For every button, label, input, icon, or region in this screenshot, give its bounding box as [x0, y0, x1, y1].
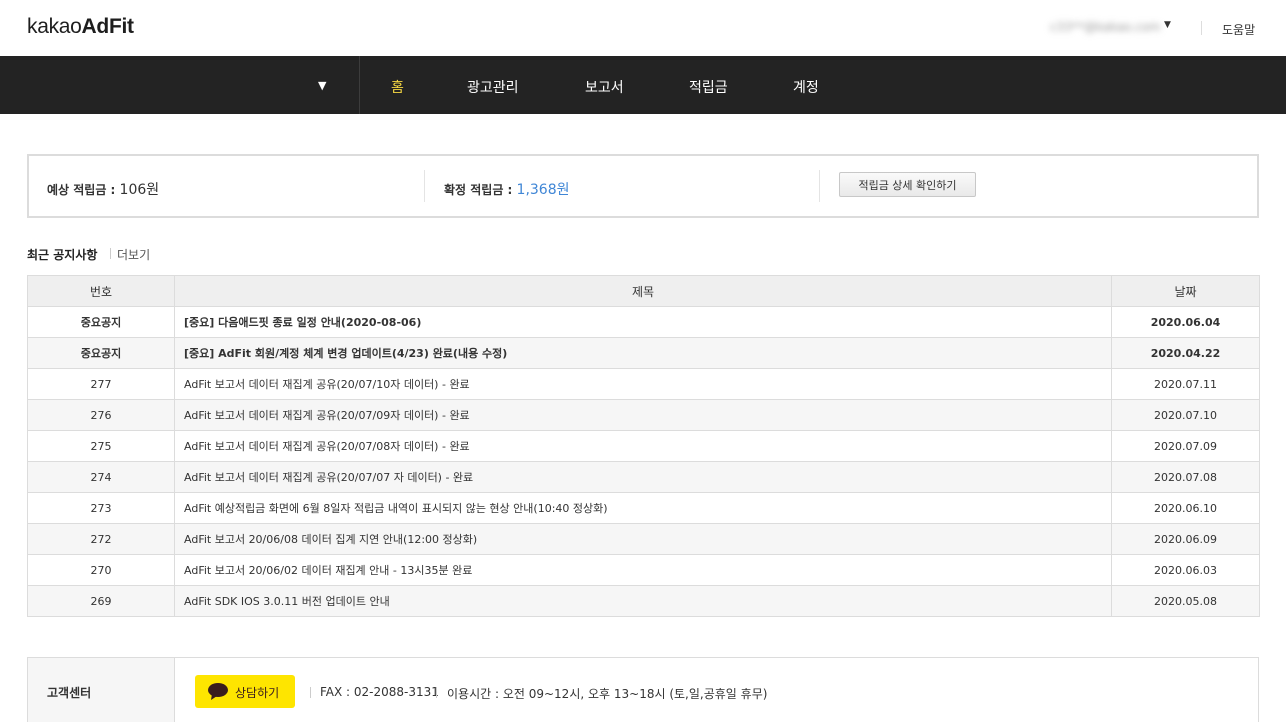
summary-divider — [424, 170, 425, 202]
notices-heading-divider — [110, 248, 111, 259]
notice-date: 2020.06.10 — [1111, 492, 1260, 524]
notice-number: 중요공지 — [27, 337, 175, 369]
rewards-summary: 예상 적립금 : 106원 확정 적립금 : 1,368원 적립금 상세 확인하… — [27, 154, 1259, 218]
notices-more-link[interactable]: 더보기 — [117, 246, 150, 263]
notice-number: 275 — [27, 430, 175, 462]
account-email[interactable]: c33**@kakao.com — [1050, 20, 1161, 34]
nav-item-account[interactable]: 계정 — [793, 77, 819, 97]
notice-title-link[interactable]: AdFit 보고서 데이터 재집계 공유(20/07/07 자 데이터) - 완… — [174, 461, 1112, 493]
column-header-date: 날짜 — [1111, 275, 1260, 307]
notices-title: 최근 공지사항 — [27, 248, 98, 262]
table-row[interactable]: 275 AdFit 보고서 데이터 재집계 공유(20/07/08자 데이터) … — [27, 430, 1260, 462]
notice-number: 269 — [27, 585, 175, 617]
table-row[interactable]: 277 AdFit 보고서 데이터 재집계 공유(20/07/10자 데이터) … — [27, 368, 1260, 400]
table-row[interactable]: 272 AdFit 보고서 20/06/08 데이터 집계 지연 안내(12:0… — [27, 523, 1260, 555]
notice-number: 274 — [27, 461, 175, 493]
speech-bubble-icon — [208, 683, 228, 700]
cs-divider — [436, 687, 437, 698]
confirmed-rewards-label: 확정 적립금 : — [444, 183, 513, 197]
notices-table: 번호 제목 날짜 중요공지 [중요] 다음애드핏 종료 일정 안내(2020-0… — [27, 275, 1260, 617]
notice-date: 2020.07.08 — [1111, 461, 1260, 493]
notice-title-link[interactable]: [중요] AdFit 회원/계정 체계 변경 업데이트(4/23) 완료(내용 … — [174, 337, 1112, 369]
confirmed-rewards: 확정 적립금 : 1,368원 — [444, 179, 570, 199]
notice-title-link[interactable]: AdFit 보고서 20/06/02 데이터 재집계 안내 - 13시35분 완… — [174, 554, 1112, 586]
notice-title-link[interactable]: AdFit 예상적립금 화면에 6월 8일자 적립금 내역이 표시되지 않는 현… — [174, 492, 1112, 524]
expected-rewards-value: 106원 — [119, 182, 160, 198]
customer-center-label-cell: 고객센터 — [28, 658, 175, 722]
customer-center: 고객센터 상담하기 FAX : 02-2088-3131 이용시간 : 오전 0… — [27, 657, 1259, 722]
confirmed-rewards-value: 1,368원 — [516, 182, 570, 198]
notice-title-link[interactable]: AdFit 보고서 데이터 재집계 공유(20/07/08자 데이터) - 완료 — [174, 430, 1112, 462]
table-row[interactable]: 273 AdFit 예상적립금 화면에 6월 8일자 적립금 내역이 표시되지 … — [27, 492, 1260, 524]
notice-date: 2020.06.09 — [1111, 523, 1260, 555]
fax-number: FAX : 02-2088-3131 — [320, 685, 439, 699]
top-bar: kakaoAdFit c33**@kakao.com ▼ 도움말 — [0, 0, 1286, 56]
nav-item-reports[interactable]: 보고서 — [585, 77, 624, 97]
main-nav: ▼ 홈 광고관리 보고서 적립금 계정 — [0, 56, 1286, 114]
notice-date: 2020.07.09 — [1111, 430, 1260, 462]
help-link[interactable]: 도움말 — [1222, 21, 1255, 38]
notice-number: 중요공지 — [27, 306, 175, 338]
kakao-adfit-logo[interactable]: kakaoAdFit — [27, 15, 134, 39]
notice-number: 270 — [27, 554, 175, 586]
notice-number: 272 — [27, 523, 175, 555]
notice-date: 2020.05.08 — [1111, 585, 1260, 617]
column-header-number: 번호 — [27, 275, 175, 307]
table-row[interactable]: 274 AdFit 보고서 데이터 재집계 공유(20/07/07 자 데이터)… — [27, 461, 1260, 493]
notice-date: 2020.07.10 — [1111, 399, 1260, 431]
rewards-detail-button[interactable]: 적립금 상세 확인하기 — [839, 172, 976, 197]
header-divider — [1201, 21, 1202, 35]
column-header-title: 제목 — [174, 275, 1112, 307]
nav-item-ad-management[interactable]: 광고관리 — [467, 77, 519, 97]
notice-date: 2020.06.03 — [1111, 554, 1260, 586]
table-row[interactable]: 중요공지 [중요] 다음애드핏 종료 일정 안내(2020-08-06) 202… — [27, 306, 1260, 338]
table-row[interactable]: 중요공지 [중요] AdFit 회원/계정 체계 변경 업데이트(4/23) 완… — [27, 337, 1260, 369]
notice-date: 2020.06.04 — [1111, 306, 1260, 338]
service-hours: 이용시간 : 오전 09~12시, 오후 13~18시 (토,일,공휴일 휴무) — [447, 687, 768, 701]
chat-consult-button[interactable]: 상담하기 — [195, 675, 295, 708]
table-row[interactable]: 270 AdFit 보고서 20/06/02 데이터 재집계 안내 - 13시3… — [27, 554, 1260, 586]
notice-date: 2020.07.11 — [1111, 368, 1260, 400]
summary-divider — [819, 170, 820, 202]
expected-rewards-label: 예상 적립금 : — [47, 183, 116, 197]
customer-center-label: 고객센터 — [47, 686, 92, 700]
table-header-row: 번호 제목 날짜 — [27, 275, 1260, 307]
notice-number: 277 — [27, 368, 175, 400]
caret-down-icon[interactable]: ▼ — [318, 79, 326, 92]
notice-title-link[interactable]: [중요] 다음애드핏 종료 일정 안내(2020-08-06) — [174, 306, 1112, 338]
notice-title-link[interactable]: AdFit 보고서 데이터 재집계 공유(20/07/09자 데이터) - 완료 — [174, 399, 1112, 431]
nav-divider — [359, 56, 360, 114]
cs-divider — [310, 687, 311, 698]
notice-number: 273 — [27, 492, 175, 524]
notice-title-link[interactable]: AdFit 보고서 20/06/08 데이터 집계 지연 안내(12:00 정상… — [174, 523, 1112, 555]
chat-button-label: 상담하기 — [235, 686, 280, 700]
table-row[interactable]: 276 AdFit 보고서 데이터 재집계 공유(20/07/09자 데이터) … — [27, 399, 1260, 431]
notice-number: 276 — [27, 399, 175, 431]
table-row[interactable]: 269 AdFit SDK IOS 3.0.11 버전 업데이트 안내 2020… — [27, 585, 1260, 617]
caret-down-icon[interactable]: ▼ — [1164, 20, 1171, 30]
notice-title-link[interactable]: AdFit 보고서 데이터 재집계 공유(20/07/10자 데이터) - 완료 — [174, 368, 1112, 400]
nav-item-home[interactable]: 홈 — [391, 77, 404, 97]
expected-rewards: 예상 적립금 : 106원 — [47, 179, 159, 199]
nav-item-rewards[interactable]: 적립금 — [689, 77, 728, 97]
notice-date: 2020.04.22 — [1111, 337, 1260, 369]
notice-title-link[interactable]: AdFit SDK IOS 3.0.11 버전 업데이트 안내 — [174, 585, 1112, 617]
